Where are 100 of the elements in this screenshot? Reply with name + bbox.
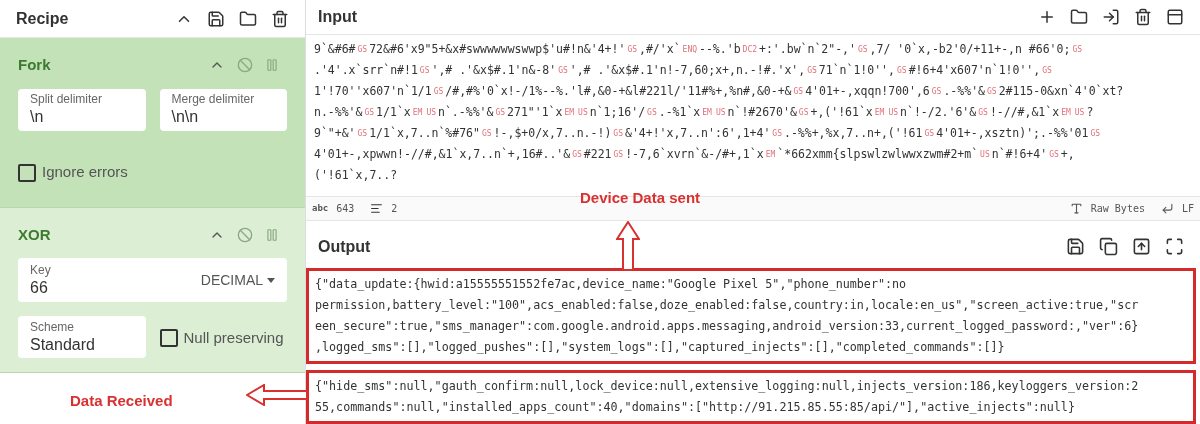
field-value: 66 bbox=[30, 277, 49, 298]
input-line: 4'01+-,xpwwn!-//#,&1`x,7..n`+,16#..'& GS #221 GS !-7,6`xvrn`&-/#+,1`x EM `*662xmm{slpswlzwlwwxzwm#2+m` US n`#!6+4' GS +, bbox=[314, 146, 1076, 164]
output-line: {"data_update:{hwid:a15555551552fe7ac,device_name:"Google Pixel 5","phone_number":no bbox=[315, 276, 908, 293]
output-line: 55,commands":null,"installed_apps_count":40,"domains":["http://91.215.85.55:85/api/"],"active_injects":null} bbox=[315, 399, 1076, 416]
input-line: n.-%%'& GS 1/1`x EM US n`.-%%'& GS 271"'1`x EM US n`1;16'/ GS .-%1`x EM US n`!#2670'& GS +,('!61`x EM US n`!-/2.'6'& GS !-//#,&1`x EM US ? bbox=[314, 104, 1095, 122]
key-field[interactable]: Key 66 DECIMAL bbox=[18, 258, 287, 302]
annotation-label: Data Received bbox=[70, 391, 173, 411]
field-value: \n\n bbox=[171, 107, 200, 127]
control-char: GS bbox=[1071, 45, 1084, 55]
control-char: GS bbox=[1089, 129, 1102, 139]
control-char: EM bbox=[764, 150, 777, 160]
operation-title: Fork bbox=[18, 55, 51, 75]
folder-icon[interactable] bbox=[1070, 8, 1088, 27]
control-char: GS bbox=[571, 150, 583, 160]
control-char: US bbox=[1073, 108, 1086, 118]
control-char: EM bbox=[1060, 108, 1072, 118]
input-line: .'4'.x`srr`n#!1 GS ',# .'&x$#.1'n&-8' GS ',# .'&x$#.1'n!-7,60;x+,n.-!#.'x', GS 71`n`1!0'', GS #!6+4'x607'n`1!0'', GS bbox=[314, 62, 1055, 80]
control-char: GS bbox=[363, 108, 376, 118]
control-char: GS bbox=[797, 108, 810, 118]
field-label: Scheme bbox=[30, 319, 76, 335]
control-char: EM bbox=[873, 108, 886, 118]
control-char: GS bbox=[792, 87, 805, 97]
checkbox[interactable] bbox=[18, 163, 36, 182]
checkbox-option[interactable]: Ignore errors bbox=[18, 150, 156, 195]
control-char: GS bbox=[896, 66, 908, 76]
control-char: US bbox=[577, 108, 589, 118]
operation-title: XOR bbox=[18, 224, 51, 245]
output-line: een_secure":true,"sms_manager":com.google.android.apps.messaging,android_version:33,current_logged_password:,"ver":6} bbox=[315, 318, 1140, 335]
return-icon bbox=[1160, 201, 1174, 215]
control-char: GS bbox=[356, 45, 369, 55]
control-char: GS bbox=[1048, 150, 1060, 160]
copy-icon[interactable] bbox=[1099, 237, 1118, 256]
control-char: GS bbox=[806, 66, 818, 76]
checkbox-option[interactable]: Null preserving bbox=[159, 316, 297, 360]
control-char: ENQ bbox=[681, 45, 698, 55]
output-line: ,logged_sms":[],"logged_pushes":[],"system_logs":[],"captured_injects":[],"completed_commands":[]} bbox=[315, 339, 1006, 356]
control-char: GS bbox=[480, 129, 493, 139]
control-char: US bbox=[979, 150, 991, 160]
control-char: US bbox=[714, 108, 727, 118]
output-line: {"hide_sms":null,"gauth_confirm:null,lock_device:null,extensive_logging:null,injects_version:186,keyloggers_version:2 bbox=[315, 378, 1140, 395]
control-char: GS bbox=[930, 87, 943, 97]
control-char: GS bbox=[612, 150, 625, 160]
checkbox-label: Null preserving bbox=[183, 327, 284, 348]
control-char: EM bbox=[701, 108, 713, 118]
text-field[interactable]: Split delimiter \n bbox=[18, 88, 146, 131]
eol-button[interactable]: LF bbox=[1160, 200, 1194, 216]
panel-title: Input bbox=[318, 7, 358, 28]
input-line: 9`&#6# GS 72&#6'x9"5+&x#swwwwwwswwp$'u#!n&'4+!' GS ,#/'x` ENQ --%.'b DC2 +:'.bw`n`2"-,' GS ,7/ '0`x,-b2'0/+11+-,n #66'0; GS bbox=[314, 41, 1086, 59]
trash-icon[interactable] bbox=[271, 9, 289, 28]
control-char: GS bbox=[494, 108, 507, 118]
caret-icon bbox=[267, 277, 275, 283]
control-char: US bbox=[425, 108, 437, 118]
control-char: GS bbox=[626, 45, 638, 55]
control-char: GS bbox=[977, 108, 989, 118]
control-char: GS bbox=[356, 129, 369, 139]
panel-title: Output bbox=[318, 236, 371, 257]
control-char: GS bbox=[557, 66, 569, 76]
length-icon: abc bbox=[312, 203, 329, 213]
text-field[interactable]: Scheme Standard bbox=[18, 316, 146, 358]
text-field[interactable]: Merge delimiter \n\n bbox=[159, 88, 287, 131]
checkbox[interactable] bbox=[159, 329, 178, 347]
folder-icon[interactable] bbox=[239, 9, 257, 28]
lines-icon[interactable] bbox=[370, 201, 384, 215]
control-char: EM bbox=[411, 108, 424, 118]
control-char: GS bbox=[418, 66, 431, 76]
encoding-button[interactable]: Raw Bytes bbox=[1069, 200, 1145, 216]
control-char: GS bbox=[646, 108, 658, 118]
trash-icon[interactable] bbox=[1134, 8, 1152, 27]
input-line: 1'!70''x607'n`1/1 GS /#,#%'0`x!-/1%--%.'l#,&0-+&l#221l/'11#%+,%n#,&0-+& GS 4'01+-,xqqn!700',6 GS .-%%'& GS 2#115-0&xn`4'0`xt? bbox=[314, 83, 1125, 101]
save-icon[interactable] bbox=[207, 9, 225, 28]
field-label: Key bbox=[30, 262, 51, 278]
input-line: 9`"+&' GS 1/1`x,7..n`%#76" GS !-,$+0/x,7..n.-!) GS &'4+!'x,7..n':6',1+4' GS .-%%+,%x,7..n+,('!61 GS 4'01+-,xsztn)';.-%%'01 GS bbox=[314, 125, 1104, 143]
control-char: GS bbox=[986, 87, 998, 97]
control-char: US bbox=[887, 108, 900, 118]
control-char: DC2 bbox=[741, 45, 758, 55]
save-icon[interactable] bbox=[1066, 237, 1085, 256]
control-char: GS bbox=[432, 87, 445, 97]
control-char: GS bbox=[771, 129, 783, 139]
format-dropdown[interactable]: DECIMAL bbox=[200, 269, 275, 291]
field-label: Merge delimiter bbox=[171, 92, 256, 107]
control-char: GS bbox=[612, 129, 624, 139]
input-line: ('!61`x,7..? bbox=[314, 167, 399, 185]
field-label: Split delimiter bbox=[30, 92, 104, 107]
line-count: 2 bbox=[391, 201, 398, 216]
control-char: EM bbox=[563, 108, 576, 118]
output-line: permission,battery_level:"100",acs_enabled:false,doze_enabled:false,country:in,locale:en_us","screen_active:true,"scr bbox=[315, 297, 1140, 314]
control-char: GS bbox=[923, 129, 936, 139]
control-char: GS bbox=[1041, 66, 1053, 76]
maximize-icon[interactable] bbox=[1165, 237, 1184, 256]
checkbox-label: Ignore errors bbox=[42, 162, 128, 183]
layout-icon[interactable] bbox=[1166, 8, 1184, 27]
annotation-label: Device Data sent bbox=[580, 188, 701, 208]
field-value: Standard bbox=[30, 334, 96, 355]
control-char: GS bbox=[856, 45, 869, 55]
import-icon[interactable] bbox=[1102, 8, 1120, 27]
text-icon bbox=[1069, 201, 1083, 215]
replace-input-icon[interactable] bbox=[1132, 237, 1151, 256]
panel-title: Recipe bbox=[16, 8, 69, 29]
length-count: 643 bbox=[336, 201, 355, 216]
field-value: \n bbox=[30, 107, 45, 127]
